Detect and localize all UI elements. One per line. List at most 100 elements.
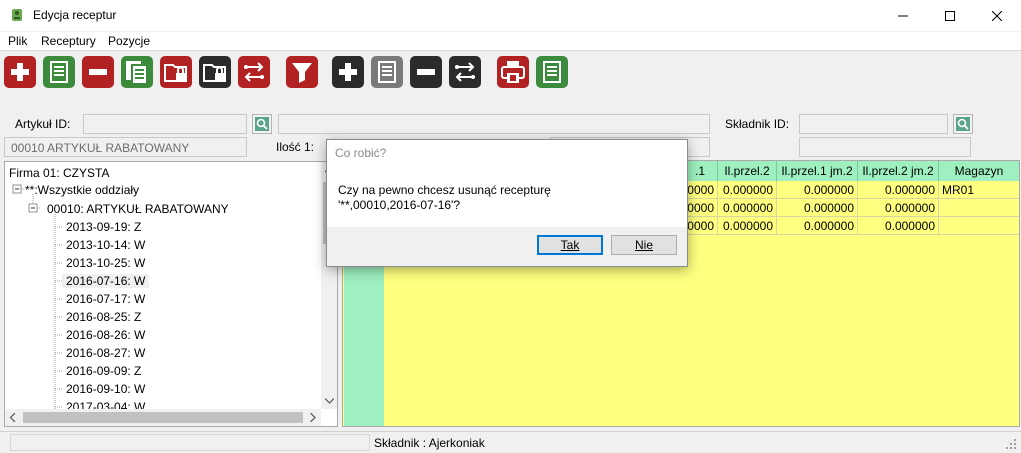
tree-node-date[interactable]: 2013-10-14: W bbox=[62, 238, 149, 252]
close-button[interactable] bbox=[974, 0, 1020, 31]
dialog-title: Co robić? bbox=[335, 146, 387, 160]
tree-node-date[interactable]: 2016-08-27: W bbox=[62, 346, 149, 360]
document-gray-icon bbox=[378, 61, 396, 83]
grid-column-header[interactable]: Il.przel.2 jm.2 bbox=[858, 161, 939, 181]
copy-button[interactable] bbox=[121, 56, 153, 88]
tree-lines bbox=[12, 184, 63, 409]
grid-cell[interactable]: MR01 bbox=[939, 181, 1019, 199]
grid-cell[interactable]: 0.000000 bbox=[718, 199, 777, 217]
grid-column-header[interactable]: Il.przel.1 jm.2 bbox=[777, 161, 858, 181]
tree-node-date[interactable]: 2016-07-17: W bbox=[62, 292, 149, 306]
grid-cell[interactable]: 0.000000 bbox=[777, 181, 858, 199]
recipe-tree[interactable]: Firma 01: CZYSTA **:Wszystkie oddziały 0… bbox=[4, 161, 338, 427]
grid-cell[interactable]: 0000 bbox=[683, 217, 718, 235]
grid-cell[interactable]: 0.000000 bbox=[777, 199, 858, 217]
artykul-lookup-button[interactable] bbox=[252, 114, 272, 134]
report-button[interactable] bbox=[536, 56, 568, 88]
dialog-message-line-1: Czy na pewno chcesz usunąć recepturę bbox=[338, 183, 551, 197]
tree-hscroll-thumb[interactable] bbox=[23, 412, 303, 423]
skladnik-lookup-button[interactable] bbox=[953, 114, 973, 134]
app-icon bbox=[9, 7, 25, 23]
grid-cell[interactable]: 0.000000 bbox=[858, 181, 939, 199]
window-title: Edycja receptur bbox=[33, 8, 117, 22]
edit-button[interactable] bbox=[43, 56, 75, 88]
folder-lock-dark-icon bbox=[203, 64, 226, 82]
tree-node-date[interactable]: 2016-07-16: W bbox=[62, 274, 150, 288]
artykul-label: Artykuł ID: bbox=[15, 117, 71, 131]
lock-folder-button[interactable] bbox=[160, 56, 192, 88]
document-green-icon bbox=[543, 61, 561, 83]
maximize-button[interactable] bbox=[927, 0, 973, 31]
skladnik-id-input[interactable] bbox=[799, 114, 948, 134]
menu-pozycje[interactable]: Pozycje bbox=[108, 34, 150, 48]
status-bar: Składnik : Ajerkoniak bbox=[0, 431, 1021, 453]
grid-column-header[interactable]: Il.przel.2 bbox=[718, 161, 777, 181]
yes-button[interactable]: Tak bbox=[537, 235, 603, 255]
copy-icon bbox=[126, 61, 148, 85]
resize-grip-icon[interactable] bbox=[1005, 438, 1017, 450]
minimize-icon bbox=[898, 15, 908, 16]
swap-icon bbox=[244, 62, 264, 82]
add-button[interactable] bbox=[4, 56, 36, 88]
dialog-message: Czy na pewno chcesz usunąć recepturę '**… bbox=[338, 183, 668, 213]
minimize-button[interactable] bbox=[880, 0, 926, 31]
swap-button[interactable] bbox=[238, 56, 270, 88]
tree-node-oddzialy[interactable]: **:Wszystkie oddziały bbox=[25, 183, 139, 197]
no-button-label: Nie bbox=[634, 238, 653, 252]
tree-node-date[interactable]: 2013-09-19: Z bbox=[62, 220, 145, 234]
grid-column-header[interactable]: .1 bbox=[683, 161, 718, 181]
grid-cell[interactable]: 0.000000 bbox=[858, 199, 939, 217]
no-button[interactable]: Nie bbox=[611, 235, 677, 255]
close-icon bbox=[992, 10, 1002, 21]
swap-dark-icon bbox=[455, 62, 475, 82]
skladnik-name-field bbox=[799, 137, 971, 157]
grid-cell[interactable]: 0.000000 bbox=[718, 181, 777, 199]
print-button[interactable] bbox=[497, 56, 529, 88]
add-dark-icon bbox=[339, 63, 357, 81]
menu-bar: Plik Receptury Pozycje bbox=[0, 32, 1021, 51]
artykul-name-field: 00010 ARTYKUŁ RABATOWANY bbox=[4, 137, 247, 157]
menu-receptury[interactable]: Receptury bbox=[41, 34, 96, 48]
search-icon bbox=[956, 117, 970, 131]
tree-node-date[interactable]: 2016-08-26: W bbox=[62, 328, 149, 342]
grid-cell[interactable] bbox=[939, 199, 1019, 217]
grid-cell[interactable]: 0000 bbox=[683, 181, 718, 199]
artykul-name-value: 00010 ARTYKUŁ RABATOWANY bbox=[11, 141, 190, 155]
grid-column-header[interactable]: Magazyn bbox=[939, 161, 1019, 181]
skladnik-label: Składnik ID: bbox=[725, 117, 790, 131]
add-icon bbox=[11, 63, 29, 81]
grid-cell[interactable]: 0.000000 bbox=[718, 217, 777, 235]
artykul-id-input[interactable] bbox=[83, 114, 247, 134]
add-item-button[interactable] bbox=[332, 56, 364, 88]
scroll-left-icon bbox=[10, 413, 16, 422]
remove-icon bbox=[89, 69, 107, 75]
swap-item-button[interactable] bbox=[449, 56, 481, 88]
tree-node-date[interactable]: 2016-09-09: Z bbox=[62, 364, 145, 378]
search-icon bbox=[255, 117, 269, 131]
tree-horizontal-scrollbar[interactable] bbox=[5, 409, 321, 426]
menu-plik[interactable]: Plik bbox=[8, 34, 27, 48]
dialog-message-line-2: '**,00010,2016-07-16'? bbox=[338, 198, 461, 212]
filter-button[interactable] bbox=[286, 56, 318, 88]
dialog-footer: Tak Nie bbox=[327, 227, 687, 266]
lock-folder-dark-button[interactable] bbox=[199, 56, 231, 88]
tree-node-artykul[interactable]: 00010: ARTYKUŁ RABATOWANY bbox=[47, 202, 229, 216]
remove-dark-icon bbox=[417, 69, 435, 75]
tree-node-date[interactable]: 2016-09-10: W bbox=[62, 382, 149, 396]
remove-button[interactable] bbox=[82, 56, 114, 88]
grid-cell[interactable]: 0.000000 bbox=[858, 217, 939, 235]
title-bar: Edycja receptur bbox=[0, 0, 1021, 31]
remove-item-button[interactable] bbox=[410, 56, 442, 88]
grid-cell[interactable] bbox=[939, 217, 1019, 235]
edit-item-button[interactable] bbox=[371, 56, 403, 88]
scroll-right-icon bbox=[310, 413, 316, 422]
tree-node-date[interactable]: 2016-08-25: Z bbox=[62, 310, 145, 324]
print-icon bbox=[501, 61, 525, 83]
filter-icon bbox=[292, 63, 312, 83]
grid-cell[interactable]: 0.000000 bbox=[777, 217, 858, 235]
tree-node-date[interactable]: 2013-10-25: W bbox=[62, 256, 149, 270]
status-text: Składnik : Ajerkoniak bbox=[374, 436, 485, 450]
maximize-icon bbox=[945, 10, 955, 21]
confirm-dialog[interactable]: Co robić? Czy na pewno chcesz usunąć rec… bbox=[326, 139, 688, 267]
grid-cell[interactable]: 0000 bbox=[683, 199, 718, 217]
